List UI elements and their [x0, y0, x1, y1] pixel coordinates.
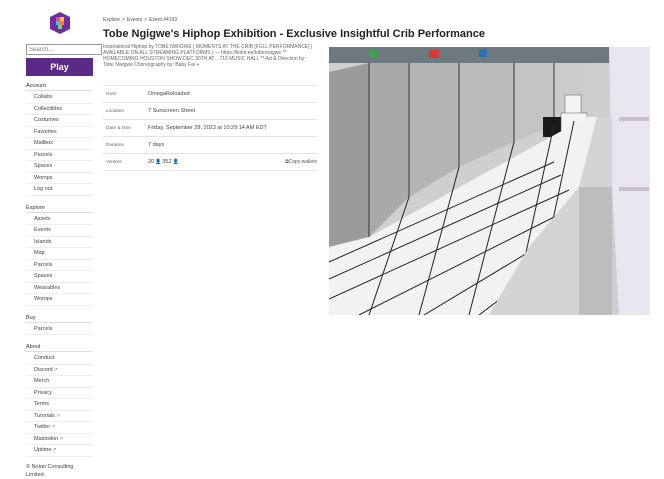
section-title-explore: Explore	[26, 205, 92, 213]
sidebar-item-merch[interactable]: Merch	[26, 376, 92, 388]
copy-wallets-button[interactable]: ⧉Copy wallets	[285, 159, 317, 165]
sidebar-item-collabs[interactable]: Collabs	[26, 92, 92, 104]
sidebar-item-label: Conduct	[34, 355, 55, 361]
sidebar: Play Account Collabs Collectibles Costum…	[26, 8, 104, 479]
details-row-duration: Duration 7 days	[103, 137, 317, 154]
breadcrumb: Explore > Events > Event #4193	[103, 17, 653, 23]
host-label: Host	[106, 91, 116, 97]
sidebar-item-womps[interactable]: Womps	[26, 173, 92, 184]
sidebar-item-label: Twitter	[34, 424, 51, 430]
sidebar-item-tutorials[interactable]: Tutorials↗	[26, 411, 92, 422]
person-icon: 👤	[155, 159, 162, 165]
scene-render	[329, 47, 650, 315]
visitors-count-a: 20	[148, 159, 155, 165]
sidebar-item-label: Terms	[34, 401, 49, 407]
event-description: Inspirational Hiphop by TOBE NWIGWE | MO…	[103, 44, 313, 68]
visitors-label: Visitors	[106, 159, 122, 165]
page-title: Tobe Ngigwe's Hiphop Exhibition - Exclus…	[103, 28, 485, 40]
sidebar-section-about: About Conduct Discord↗ Merch Privacy Ter…	[26, 344, 104, 457]
sidebar-item-label: Privacy	[34, 389, 53, 396]
sidebar-item-uptime[interactable]: Uptime↗	[26, 445, 92, 457]
breadcrumb-events[interactable]: Events	[127, 17, 142, 23]
datetime-label: Date & time	[106, 125, 132, 131]
duration-value: 7 days	[148, 142, 165, 148]
sidebar-item-label: Discord	[34, 366, 53, 373]
copyright-text: © Nolan Consulting Limited	[26, 463, 74, 478]
section-title-about: About	[26, 344, 92, 352]
sidebar-item-explore-spaces[interactable]: Spaces	[26, 271, 92, 283]
sidebar-item-favorites[interactable]: Favorites	[26, 127, 92, 138]
sidebar-item-mailbox[interactable]: Mailbox	[26, 138, 92, 150]
sidebar-item-islands[interactable]: Islands	[26, 237, 92, 248]
breadcrumb-explore[interactable]: Explore	[103, 17, 120, 23]
sidebar-item-logout[interactable]: Log out	[26, 184, 92, 196]
sidebar-item-mastodon[interactable]: Mastodon↗	[26, 434, 92, 445]
sidebar-item-conduct[interactable]: Conduct	[26, 353, 92, 365]
section-title-buy: Buy	[26, 315, 92, 323]
sidebar-item-label: Tutorials	[34, 412, 55, 419]
visitors-count-b: 352	[162, 159, 172, 165]
details-row-datetime: Date & time Friday, September 29, 2023 a…	[103, 120, 317, 137]
details-row-location: Location 7 Sunscreen Street	[103, 103, 317, 120]
details-row-visitors: Visitors 20 👤 352 👤 ⧉Copy wallets	[103, 154, 317, 171]
sidebar-item-label: Merch	[34, 378, 50, 384]
copy-wallets-label: Copy wallets	[288, 159, 317, 165]
sidebar-item-explore-parcels[interactable]: Parcels	[26, 260, 92, 271]
external-link-icon: ↗	[53, 366, 58, 373]
search-input[interactable]	[26, 44, 102, 55]
event-scene-image	[329, 47, 650, 315]
sidebar-item-events[interactable]: Events	[26, 225, 92, 237]
play-button[interactable]: Play	[26, 58, 93, 76]
details-row-host: Host OmegaReloaded	[103, 85, 317, 103]
location-value[interactable]: 7 Sunscreen Street	[148, 108, 317, 114]
sidebar-item-wearables[interactable]: Wearables	[26, 283, 92, 294]
breadcrumb-separator: >	[121, 17, 125, 23]
sidebar-item-privacy[interactable]: Privacy	[26, 388, 92, 399]
sidebar-item-spaces[interactable]: Spaces	[26, 161, 92, 173]
sidebar-item-terms[interactable]: Terms	[26, 399, 92, 411]
external-link-icon: ↗	[51, 424, 56, 430]
sidebar-item-label: Uptime	[34, 447, 52, 453]
logo-icon[interactable]	[48, 11, 72, 35]
person-icon: 👤	[172, 159, 179, 165]
breadcrumb-separator: >	[144, 17, 148, 23]
host-value[interactable]: OmegaReloaded	[148, 91, 317, 97]
duration-label: Duration	[106, 142, 125, 148]
sidebar-section-account: Account Collabs Collectibles Costumes Fa…	[26, 83, 104, 196]
sidebar-item-label: Mastodon	[34, 435, 59, 442]
sidebar-item-discord[interactable]: Discord↗	[26, 365, 92, 376]
sidebar-item-twitter[interactable]: Twitter↗	[26, 422, 92, 434]
sidebar-item-costumes[interactable]: Costumes	[26, 115, 92, 127]
breadcrumb-current: Event #4193	[149, 17, 178, 23]
sidebar-item-map[interactable]: Map	[26, 248, 92, 260]
location-label: Location	[106, 108, 125, 114]
datetime-value: Friday, September 29, 2023 at 10:29:14 A…	[148, 125, 267, 131]
sidebar-item-buy-parcels[interactable]: Parcels	[26, 324, 92, 335]
sidebar-section-explore: Explore Assets Events Islands Map Parcel…	[26, 205, 104, 306]
sidebar-item-assets[interactable]: Assets	[26, 214, 92, 225]
sidebar-item-explore-womps[interactable]: Womps	[26, 294, 92, 306]
sidebar-item-collectibles[interactable]: Collectibles	[26, 104, 92, 115]
external-link-icon: ↗	[52, 447, 57, 453]
external-link-icon: ↗	[55, 412, 61, 419]
sidebar-section-buy: Buy Parcels	[26, 315, 104, 335]
sidebar-item-parcels[interactable]: Parcels	[26, 150, 92, 161]
section-title-account: Account	[26, 83, 92, 91]
event-details-table: Host OmegaReloaded Location 7 Sunscreen …	[103, 85, 317, 171]
external-link-icon: ↗	[59, 435, 64, 442]
